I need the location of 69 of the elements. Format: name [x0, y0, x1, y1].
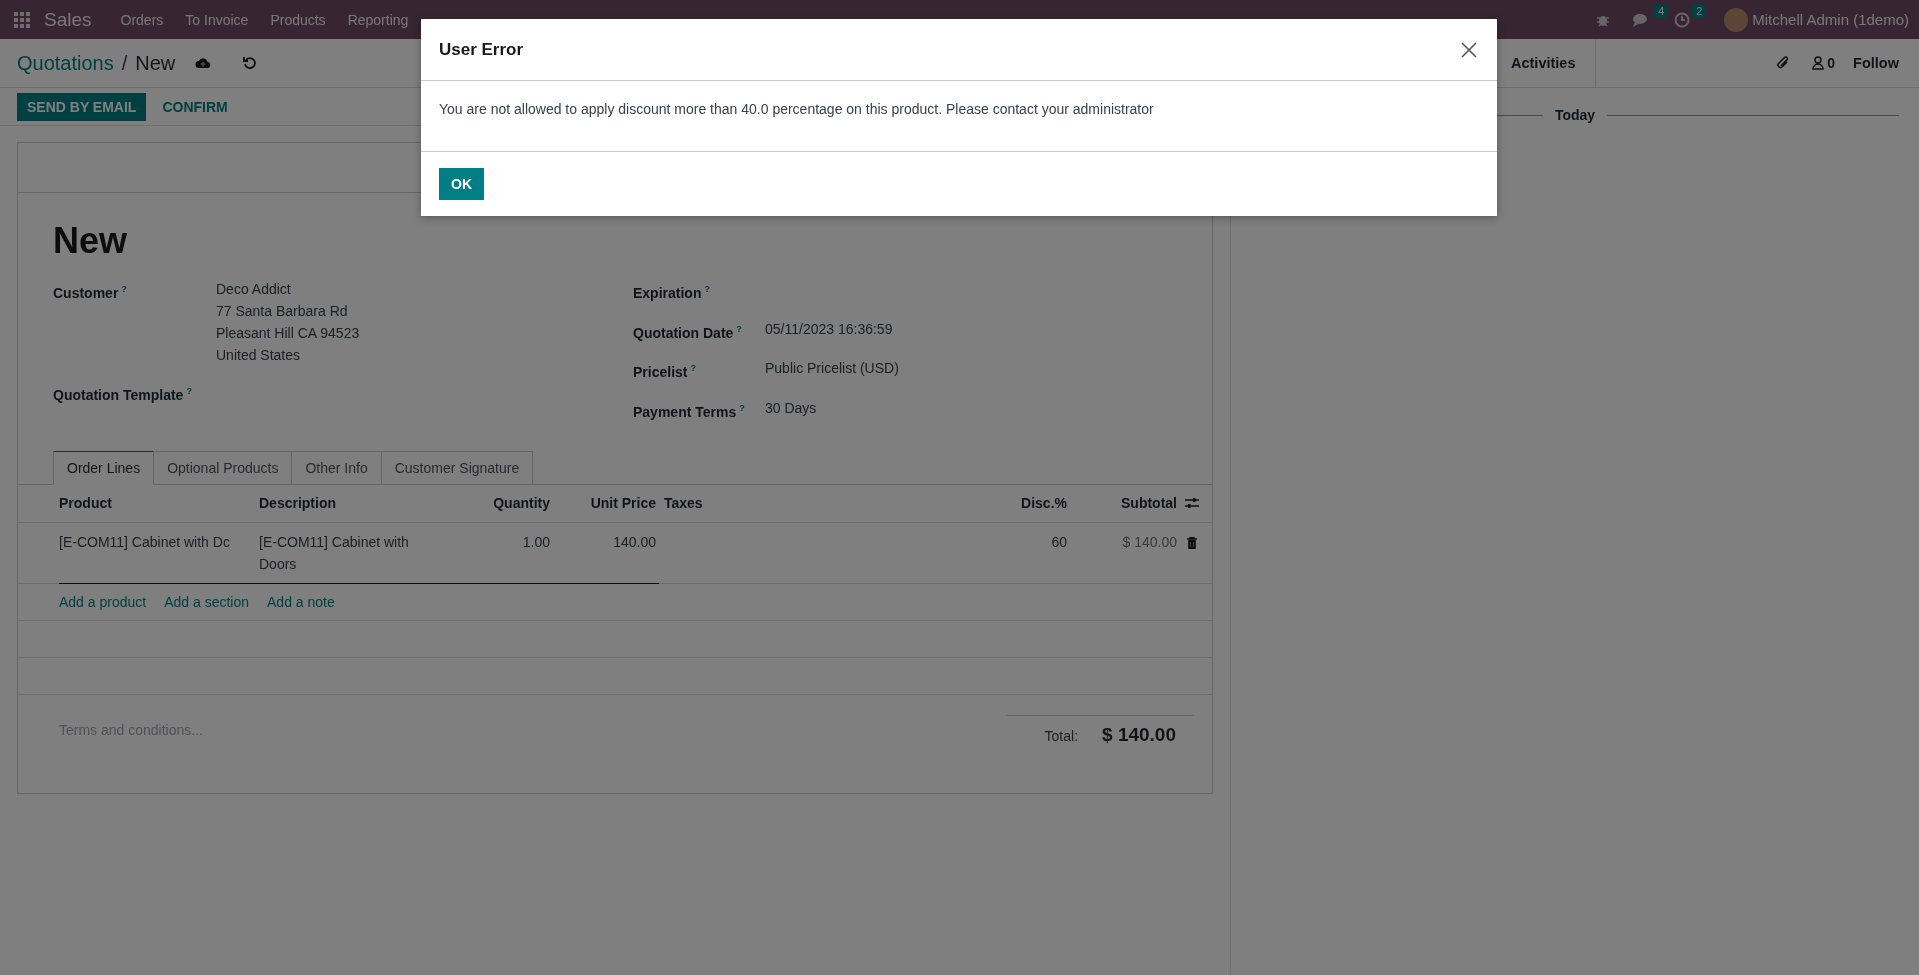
field-label: Quotation Template $^{?}$: [53, 385, 193, 405]
help-mark[interactable]: ?: [121, 284, 127, 294]
field-label: Customer $^{?}$: [53, 283, 128, 303]
total-amount: $ 140.00: [1102, 723, 1176, 746]
column-header[interactable]: Description: [259, 495, 464, 512]
add-line-link[interactable]: Add a note: [267, 593, 335, 610]
apps-menu-icon[interactable]: [14, 11, 30, 28]
activities-button[interactable]: Activities: [1511, 55, 1576, 71]
help-mark[interactable]: ?: [186, 386, 192, 396]
clock-icon[interactable]: [1674, 11, 1691, 28]
field-value: 05/11/2023 16:36:59: [765, 319, 893, 339]
field-value: Pleasant Hill CA 94523: [216, 324, 360, 343]
field-label: Quotation Date $^{?}$: [633, 322, 743, 343]
table-cell[interactable]: [E-COM11] Cabinet with Doors: [259, 530, 464, 575]
field-value: United States: [216, 346, 302, 365]
field-value: Public Pricelist (USD): [765, 359, 899, 379]
field-value: 77 Santa Barbara Rd: [216, 302, 349, 321]
table-cell[interactable]: 140.00: [554, 530, 656, 553]
table-cell[interactable]: 1.00: [464, 530, 554, 553]
column-header[interactable]: Unit Price: [554, 495, 656, 512]
breadcrumb-separator: /: [121, 51, 128, 75]
trash-icon[interactable]: [1187, 536, 1197, 549]
field-label: Pricelist $^{?}$: [633, 362, 697, 382]
breadcrumb-current: New: [135, 51, 176, 75]
column-header[interactable]: Taxes: [656, 495, 967, 512]
paperclip-icon[interactable]: [1776, 55, 1791, 71]
field-value: 30 Days: [765, 398, 817, 418]
table-cell[interactable]: $ 140.00: [1067, 530, 1177, 553]
field-value: Deco Addict: [216, 280, 292, 299]
menu-item[interactable]: Reporting: [336, 11, 420, 28]
field-label: Expiration $^{?}$: [633, 283, 711, 303]
help-mark[interactable]: ?: [736, 323, 742, 334]
menu-item[interactable]: Orders: [109, 11, 175, 28]
breadcrumb-link[interactable]: Quotations: [17, 51, 114, 75]
column-header[interactable]: Product: [59, 495, 259, 512]
message-count-badge: 4: [1654, 3, 1669, 18]
follower-count[interactable]: 0: [1827, 55, 1836, 71]
column-header[interactable]: Disc.%: [967, 495, 1067, 512]
help-mark[interactable]: ?: [739, 402, 745, 413]
follow-button[interactable]: Follow: [1853, 55, 1899, 71]
sliders-icon[interactable]: [1185, 497, 1199, 510]
help-mark[interactable]: ?: [690, 363, 696, 374]
cloud-upload-icon[interactable]: [195, 56, 212, 70]
add-line-link[interactable]: Add a product: [59, 593, 147, 610]
field-label: Payment Terms $^{?}$: [633, 401, 746, 422]
user-name[interactable]: Mitchell Admin (1demo): [1752, 11, 1909, 28]
table-cell[interactable]: [E-COM11] Cabinet with Dc: [59, 530, 259, 553]
person-icon[interactable]: [1812, 56, 1825, 70]
discard-icon[interactable]: [243, 56, 258, 70]
menu-item[interactable]: Products: [259, 11, 337, 28]
total-label: Total:: [1044, 727, 1079, 744]
add-line-link[interactable]: Add a section: [164, 593, 249, 610]
dialog-title: User Error: [439, 39, 524, 60]
tab[interactable]: Order Lines: [53, 450, 155, 485]
send-email-button[interactable]: SEND BY EMAIL: [17, 92, 147, 121]
date-separator: Today: [1554, 107, 1596, 123]
app-name[interactable]: Sales: [44, 8, 92, 31]
close-icon[interactable]: [1461, 41, 1477, 58]
table-cell[interactable]: 60: [967, 530, 1067, 553]
ok-button[interactable]: OK: [439, 168, 484, 200]
tab[interactable]: Customer Signature: [380, 450, 534, 484]
column-header[interactable]: Subtotal: [1067, 495, 1177, 512]
error-message: You are not allowed to apply discount more than 40.0 percentage on this product. Please contact your administrator: [439, 101, 1155, 117]
confirm-button[interactable]: CONFIRM: [152, 92, 238, 121]
help-mark[interactable]: ?: [704, 284, 710, 294]
record-title: New: [53, 220, 129, 262]
column-header[interactable]: Quantity: [464, 495, 554, 512]
activity-count-badge: 2: [1692, 3, 1707, 18]
menu-item[interactable]: To Invoice: [174, 11, 260, 28]
